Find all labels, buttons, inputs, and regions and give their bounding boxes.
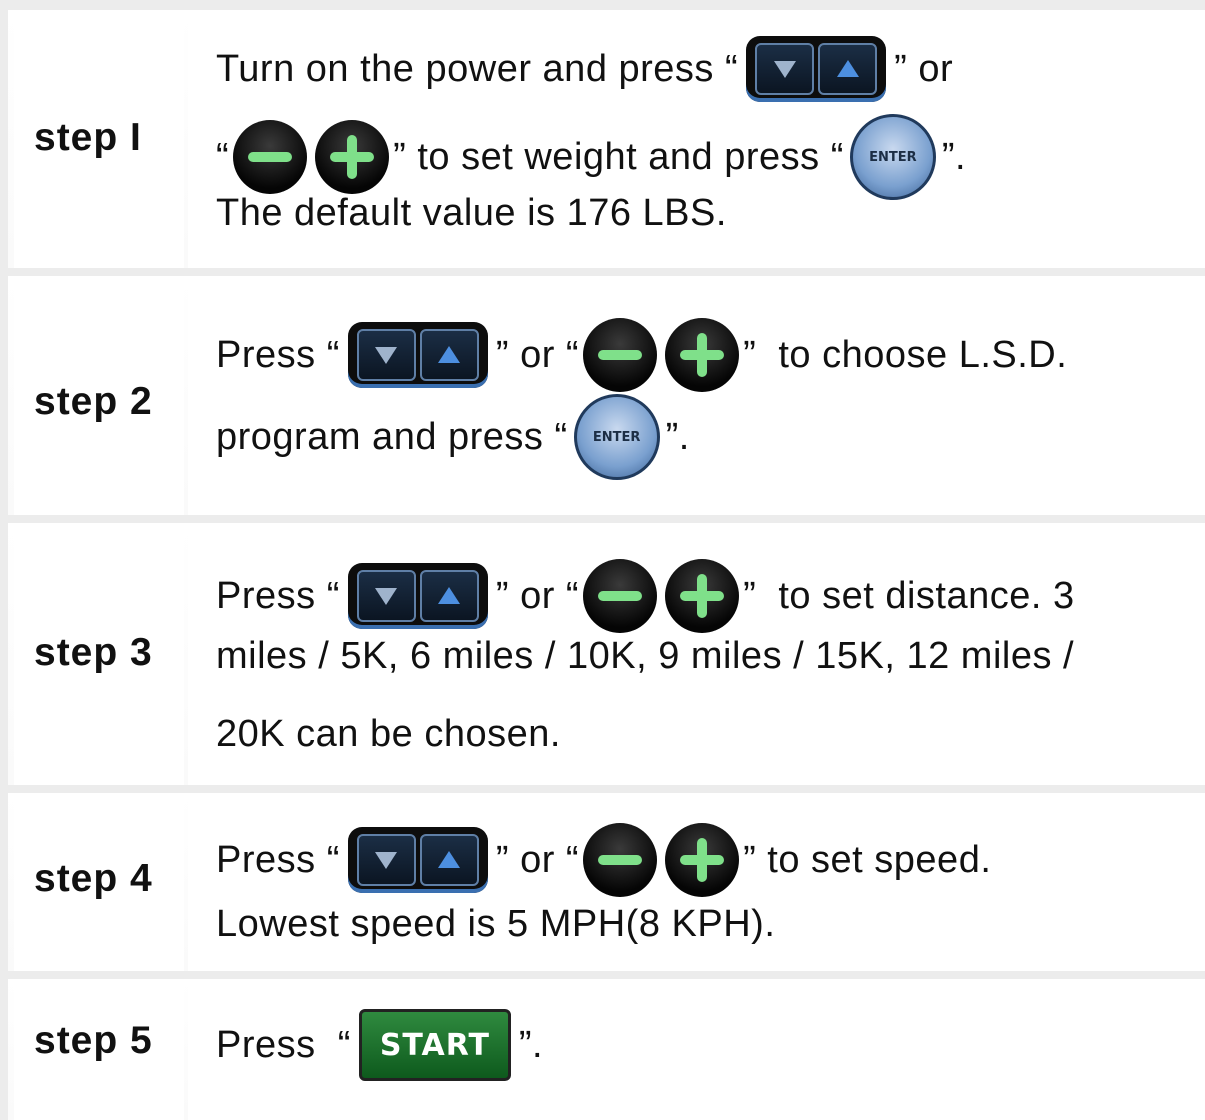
instruction-text: ” or “ [495,574,580,617]
instruction-line: Press “ ” or “ ” to set distance. 3 [216,559,1075,633]
enter-label: ENTER [869,149,917,165]
instruction-text: Press “ [216,1023,351,1066]
instruction-text: The default value is 176 LBS. [216,192,727,234]
plus-button-icon [665,318,740,392]
instruction-text: ” or “ [495,333,580,376]
instruction-table: step I Turn on the power and press “ ” or “… [8,10,1205,1120]
instruction-line: 20K can be chosen. [216,713,561,756]
instruction-text: ” to choose L.S.D. [743,333,1068,376]
instruction-text: Press “ [216,838,340,881]
instruction-line: miles / 5K, 6 miles / 10K, 9 miles / 15K… [216,635,1074,678]
instruction-text: ”. [665,415,690,458]
step-instructions: Press “ ” or “ ” to set speed. Lowest speed… [188,793,1205,971]
start-button-icon: START [358,1009,511,1081]
instruction-line: program and press “ ENTER ”. [216,394,690,480]
step-row: step 5 Press “ START ”. [8,979,1205,1120]
instruction-text: Press “ [216,333,340,376]
up-arrow-icon [419,329,479,381]
down-arrow-icon [755,43,815,95]
instruction-text: ” or [894,47,954,90]
up-down-arrow-button [746,36,887,102]
instruction-text: ”. [518,1023,544,1066]
minus-button-icon [583,559,658,633]
step-label: step 3 [34,631,153,674]
step-instructions: Press “ ” or “ ” to choose L.S.D. program a… [188,276,1205,515]
step-label: step 4 [34,857,153,900]
step-row: step 4 Press “ ” or “ ” to set speed. Lowest… [8,793,1205,971]
instruction-text: ” to set speed. [743,838,992,881]
start-label: START [379,1027,490,1063]
enter-button-icon: ENTER [573,394,660,480]
step-label: step I [34,116,142,159]
instruction-text: “ [216,135,230,178]
plus-button-icon [665,559,740,633]
instruction-line: Turn on the power and press “ ” or [216,36,953,102]
enter-label: ENTER [592,429,641,445]
step-row: step I Turn on the power and press “ ” or “… [8,10,1205,268]
instruction-line: The default value is 176 LBS. [216,192,727,235]
down-arrow-icon [356,834,416,886]
down-arrow-icon [356,329,416,381]
minus-button-icon [233,120,308,194]
instruction-text: ” to set weight and press “ [393,135,844,178]
up-arrow-icon [818,43,878,95]
plus-button-icon [665,823,740,897]
step-label-cell: step 3 [14,523,184,785]
instruction-text: program and press “ [216,415,568,458]
enter-button-icon: ENTER [849,114,936,200]
step-instructions: Press “ ” or “ ” to set distance. 3 miles /… [188,523,1205,785]
step-instructions: Turn on the power and press “ ” or “ ” to s… [188,10,1205,268]
up-down-arrow-button [347,563,488,629]
step-label-cell: step 2 [14,276,184,515]
instruction-text: ” to set distance. 3 [743,574,1075,617]
step-instructions: Press “ START ”. [188,979,1205,1120]
instruction-line: Press “ ” or “ ” to set speed. [216,823,991,897]
step-row: step 2 Press “ ” or “ ” to choose L.S.D. pro… [8,276,1205,515]
instruction-line: “ ” to set weight and press “ ENTER ”. [216,114,966,200]
step-label: step 5 [34,1019,153,1062]
instruction-text: Press “ [216,574,340,617]
minus-button-icon [583,318,658,392]
up-down-arrow-button [347,322,488,388]
instruction-text: ” or “ [495,838,580,881]
instruction-text: Lowest speed is 5 MPH(8 KPH). [216,903,776,945]
minus-button-icon [583,823,658,897]
instruction-text: 20K can be chosen. [216,713,561,755]
instruction-text: miles / 5K, 6 miles / 10K, 9 miles / 15K… [216,635,1075,677]
plus-button-icon [315,120,390,194]
up-arrow-icon [419,834,479,886]
instruction-text: ”. [941,135,967,178]
instruction-line: Lowest speed is 5 MPH(8 KPH). [216,903,775,946]
step-label-cell: step 4 [14,793,184,971]
instruction-line: Press “ START ”. [216,1009,543,1081]
up-down-arrow-button [347,827,488,893]
step-label-cell: step 5 [14,979,184,1120]
down-arrow-icon [356,570,416,622]
instruction-text: Turn on the power and press “ [216,47,739,90]
step-label: step 2 [34,380,153,423]
step-label-cell: step I [14,10,184,268]
up-arrow-icon [419,570,479,622]
instruction-line: Press “ ” or “ ” to choose L.S.D. [216,318,1067,392]
step-row: step 3 Press “ ” or “ ” to set distance. 3 m… [8,523,1205,785]
